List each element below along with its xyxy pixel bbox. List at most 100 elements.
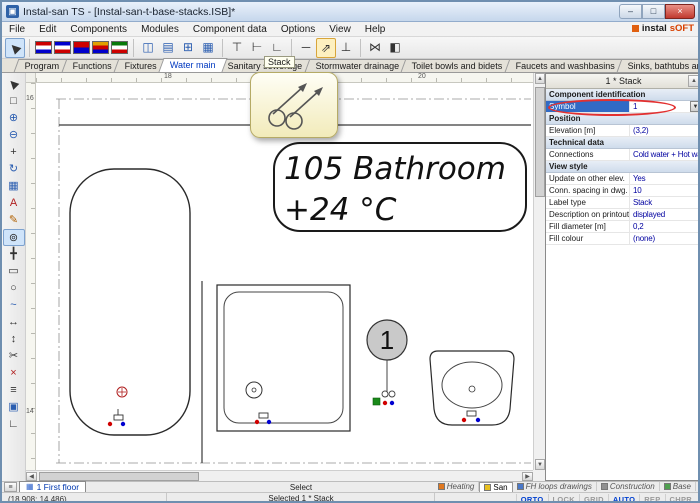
property-value[interactable]: 0,2 [630, 221, 700, 232]
menu-item-file[interactable]: File [2, 22, 32, 36]
close-button[interactable]: × [665, 4, 695, 19]
washbasin-connections[interactable] [462, 411, 480, 422]
fitting-icon[interactable]: ⋈ [365, 38, 385, 58]
rectangle-tool-icon[interactable]: ▭ [3, 263, 25, 280]
cascade-icon[interactable]: ▤ [158, 38, 178, 58]
property-value[interactable]: 10 [630, 185, 700, 196]
tab-construction[interactable]: Construction [597, 482, 660, 491]
bathtub-connections[interactable] [108, 409, 125, 426]
symbol-dropdown-button[interactable]: ▼ [690, 101, 700, 112]
ruler-mark-18: 18 [164, 73, 172, 80]
property-value[interactable]: (none) [630, 233, 700, 244]
pipe-color-flag-3-icon[interactable] [73, 41, 90, 54]
layers-tool-icon[interactable]: ≡ [3, 382, 25, 399]
scroll-right-button[interactable]: ▶ [522, 472, 533, 481]
property-label: Fill colour [546, 233, 630, 244]
washbasin-shape[interactable] [430, 351, 514, 425]
text-tool-icon[interactable]: A [3, 195, 25, 212]
scroll-left-button[interactable]: ◀ [26, 472, 37, 481]
grid-icon[interactable]: ▦ [198, 38, 218, 58]
pan-tool-icon[interactable]: + [3, 144, 25, 161]
property-label: Description on printout [546, 209, 630, 220]
fill-tool-icon[interactable]: ▣ [3, 399, 25, 416]
menu-item-view[interactable]: View [322, 22, 358, 36]
zoom-in-tool-icon[interactable]: ⊕ [3, 110, 25, 127]
toggle-rep[interactable]: REP [639, 494, 664, 503]
window-icon[interactable]: ◫ [138, 38, 158, 58]
tab-base[interactable]: Base [660, 482, 696, 491]
base-tab-icon [664, 483, 671, 490]
tab-fh-loops-drawings[interactable]: FH loops drawings [513, 482, 597, 491]
toggle-auto[interactable]: AUTO [608, 494, 639, 503]
tab-sinks-bathtubs-and-showers[interactable]: Sinks, bathtubs and showers [617, 59, 700, 72]
property-value[interactable]: Cold water + Hot water [630, 149, 700, 160]
room-label[interactable]: 105 Bathroom +24 °C [274, 143, 526, 231]
panel-scroll-up-button[interactable]: ▲ [688, 75, 700, 87]
angle-tool-icon[interactable]: ∟ [3, 416, 25, 433]
tab-water-main[interactable]: Water main [158, 58, 227, 72]
valve-icon[interactable]: ◧ [385, 38, 405, 58]
toggle-lock[interactable]: LOCK [548, 494, 579, 503]
stack-number: 1 [380, 325, 394, 355]
stack-symbol[interactable]: 1 [367, 320, 407, 405]
horizontal-scroll-thumb[interactable] [39, 472, 199, 481]
pipe-color-flag-5-icon[interactable] [111, 41, 128, 54]
construction-tab-icon [601, 483, 608, 490]
property-row-update-on-other-elev: Update on other elev. Yes [546, 173, 700, 185]
move-horizontal-tool-icon[interactable]: ↔ [3, 314, 25, 331]
vertical-scrollbar[interactable]: ▲ ▼ [533, 73, 545, 470]
menu-item-help[interactable]: Help [358, 22, 393, 36]
shower-shape[interactable] [217, 285, 350, 431]
toggle-grid[interactable]: GRID [579, 494, 608, 503]
minimize-button[interactable]: – [619, 4, 642, 19]
select-tool-icon[interactable]: ▶ [3, 76, 25, 93]
ruler-mark-20: 20 [418, 73, 426, 80]
bathtub-shape[interactable] [70, 169, 190, 435]
pipe-color-flag-1-icon[interactable] [35, 41, 52, 54]
delete-tool-icon[interactable]: × [3, 365, 25, 382]
menu-item-edit[interactable]: Edit [32, 22, 63, 36]
property-label: Fill diameter [m] [546, 221, 630, 232]
maximize-button[interactable]: □ [642, 4, 665, 19]
cut-tool-icon[interactable]: ✂ [3, 348, 25, 365]
app-icon: ▣ [6, 5, 19, 18]
sheet-tab-first-floor[interactable]: ▦ 1 First floor [19, 481, 86, 492]
select-tool-icon[interactable]: ▶ [5, 38, 25, 58]
pipe-color-flag-4-icon[interactable] [92, 41, 109, 54]
pipe-color-flag-2-icon[interactable] [54, 41, 71, 54]
property-value[interactable]: Stack [630, 197, 700, 208]
tab-toilet-bowls-and-bidets[interactable]: Toilet bowls and bidets [401, 59, 514, 72]
tile-icon[interactable]: ⊞ [178, 38, 198, 58]
tab-san[interactable]: San [479, 482, 512, 492]
toggle-chpr[interactable]: CHPR [665, 494, 696, 503]
grid-tool-icon[interactable]: ▦ [3, 178, 25, 195]
menu-item-component-data[interactable]: Component data [186, 22, 274, 36]
marquee-tool-icon[interactable]: □ [3, 93, 25, 110]
property-value[interactable]: displayed [630, 209, 700, 220]
menu-item-modules[interactable]: Modules [134, 22, 186, 36]
horizontal-scrollbar[interactable]: ◀ ▶ [26, 470, 533, 481]
curve-tool-icon[interactable]: ~ [3, 297, 25, 314]
sheet-list-button[interactable]: ≡ [4, 482, 17, 492]
tab-faucets-and-washbasins[interactable]: Faucets and washbasins [505, 59, 627, 72]
move-vertical-tool-icon[interactable]: ↕ [3, 331, 25, 348]
vertical-scroll-thumb[interactable] [535, 87, 545, 197]
redraw-tool-icon[interactable]: ↻ [3, 161, 25, 178]
stack-tool-icon[interactable]: ⊚ [3, 229, 25, 246]
section-component-identification: Component identification [546, 89, 700, 101]
toggle-orto[interactable]: ORTO [516, 494, 548, 503]
tab-heating[interactable]: Heating [434, 482, 480, 491]
heating-tab-icon [438, 483, 445, 490]
property-value[interactable]: (3,2) [630, 125, 700, 136]
scroll-down-button[interactable]: ▼ [535, 459, 545, 470]
property-value[interactable]: Yes [630, 173, 700, 184]
zoom-out-tool-icon[interactable]: ⊖ [3, 127, 25, 144]
menu-item-components[interactable]: Components [63, 22, 134, 36]
pipe-tool-icon[interactable]: ╋ [3, 246, 25, 263]
circle-tool-icon[interactable]: ○ [3, 280, 25, 297]
connection-icon[interactable]: ⊥ [336, 38, 356, 58]
scroll-up-button[interactable]: ▲ [535, 73, 545, 84]
pencil-tool-icon[interactable]: ✎ [3, 212, 25, 229]
menu-item-options[interactable]: Options [274, 22, 322, 36]
tee-icon[interactable]: ⊤ [227, 38, 247, 58]
